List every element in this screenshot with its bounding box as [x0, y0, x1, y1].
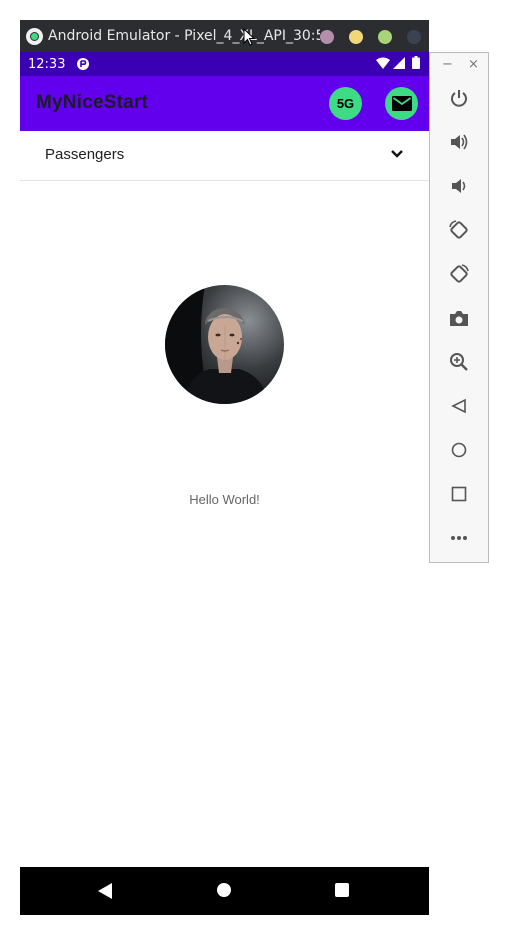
- more-icon: [451, 536, 467, 540]
- power-button[interactable]: [447, 86, 471, 110]
- panel-close-button[interactable]: ×: [468, 57, 479, 72]
- window-title: Android Emulator - Pixel_4_XL_API_30:5..…: [48, 28, 320, 44]
- mouse-cursor-icon: [243, 28, 256, 46]
- nav-home-button[interactable]: [217, 883, 231, 897]
- 5g-label: 5G: [336, 96, 355, 111]
- mail-button[interactable]: [385, 87, 418, 120]
- wifi-icon: [376, 57, 390, 69]
- rotate-right-icon: [450, 264, 469, 283]
- maximize-window-button[interactable]: [349, 30, 363, 44]
- back-button[interactable]: [447, 394, 471, 418]
- emulator-side-toolbar: − ×: [429, 52, 489, 563]
- overview-icon: [451, 486, 467, 502]
- android-navigation-bar: [20, 867, 429, 915]
- battery-icon: [412, 56, 420, 69]
- overview-button[interactable]: [447, 482, 471, 506]
- back-icon: [451, 398, 466, 414]
- profile-avatar-image: [165, 285, 284, 404]
- screenshot-button[interactable]: [447, 306, 471, 330]
- camera-icon: [450, 311, 468, 326]
- zoom-button[interactable]: [447, 350, 471, 374]
- rotate-left-icon: [449, 220, 468, 239]
- volume-down-button[interactable]: [447, 174, 471, 198]
- panel-minimize-button[interactable]: −: [442, 57, 453, 72]
- home-button[interactable]: [447, 438, 471, 462]
- 5g-button[interactable]: 5G: [329, 87, 362, 120]
- volume-down-icon: [452, 179, 466, 193]
- zoom-icon: [450, 353, 468, 371]
- passengers-dropdown[interactable]: Passengers: [20, 131, 429, 181]
- rotate-left-button[interactable]: [447, 218, 471, 242]
- app-toolbar: MyNiceStart 5G: [20, 76, 429, 131]
- notification-app-icon: [77, 58, 90, 70]
- chevron-down-icon: [391, 150, 403, 158]
- more-button[interactable]: [447, 526, 471, 550]
- nav-back-button[interactable]: [98, 883, 112, 899]
- hello-world-text: Hello World!: [189, 492, 260, 507]
- nav-recents-button[interactable]: [335, 883, 349, 897]
- minimize-window-button[interactable]: [320, 30, 334, 44]
- fullscreen-window-button[interactable]: [378, 30, 392, 44]
- mail-icon: [391, 96, 412, 111]
- cell-signal-icon: [393, 57, 405, 69]
- android-studio-logo-icon: [26, 27, 43, 45]
- rotate-right-button[interactable]: [447, 262, 471, 286]
- android-status-bar: 12:33: [20, 52, 429, 76]
- home-icon: [451, 442, 467, 458]
- close-window-button[interactable]: [407, 30, 421, 44]
- status-time: 12:33: [28, 56, 66, 72]
- power-icon: [451, 90, 467, 107]
- volume-up-icon: [451, 134, 468, 150]
- app-title: MyNiceStart: [36, 92, 149, 113]
- volume-up-button[interactable]: [447, 130, 471, 154]
- emulator-title-bar: Android Emulator - Pixel_4_XL_API_30:5..…: [20, 20, 429, 52]
- dropdown-selected-value: Passengers: [45, 146, 125, 163]
